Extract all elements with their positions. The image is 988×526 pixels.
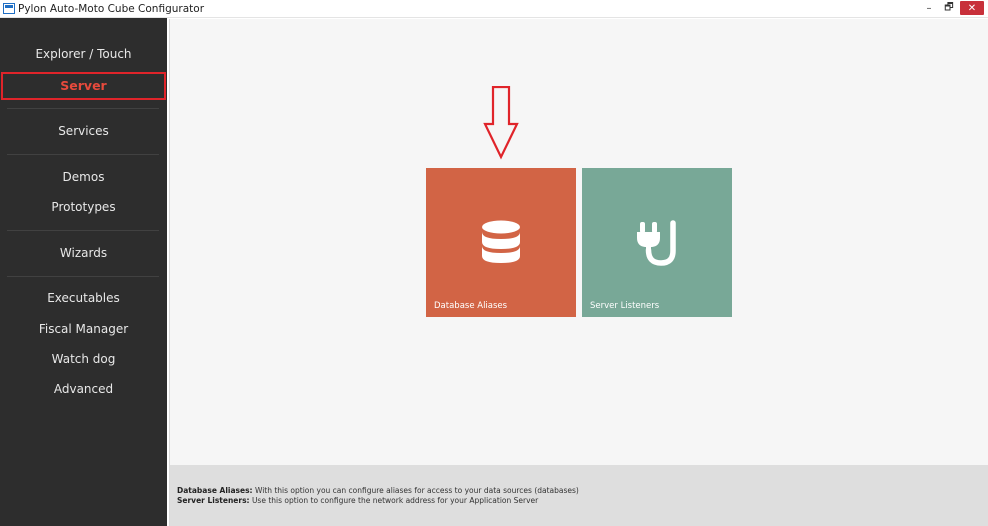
footer-term: Database Aliases:: [177, 486, 253, 495]
server-listeners-tile[interactable]: Server Listeners: [582, 168, 732, 317]
arrow-down-icon: [483, 86, 519, 160]
footer-description-database-aliases: Database Aliases: With this option you c…: [177, 486, 579, 495]
sidebar-item-server[interactable]: Server: [1, 72, 166, 100]
sidebar-item-watch-dog[interactable]: Watch dog: [0, 352, 167, 366]
close-button[interactable]: ✕: [960, 1, 984, 15]
window-controls: – 🗗 ✕: [918, 1, 984, 15]
footer-text: Use this option to configure the network…: [251, 496, 539, 505]
database-icon: [482, 220, 520, 263]
footer-text: With this option you can configure alias…: [254, 486, 579, 495]
sidebar: Explorer / Touch Server Services Demos P…: [0, 18, 167, 526]
restore-button[interactable]: 🗗: [940, 1, 958, 15]
sidebar-item-prototypes[interactable]: Prototypes: [0, 200, 167, 214]
plug-icon: [637, 220, 676, 266]
footer-description-server-listeners: Server Listeners: Use this option to con…: [177, 496, 538, 505]
sidebar-item-explorer-touch[interactable]: Explorer / Touch: [0, 47, 167, 61]
sidebar-item-services[interactable]: Services: [0, 124, 167, 138]
sidebar-divider: [7, 230, 159, 231]
sidebar-item-fiscal-manager[interactable]: Fiscal Manager: [0, 322, 167, 336]
tile-label: Server Listeners: [590, 301, 660, 311]
sidebar-item-demos[interactable]: Demos: [0, 170, 167, 184]
minimize-button[interactable]: –: [920, 1, 938, 15]
window-title: Pylon Auto-Moto Cube Configurator: [18, 2, 205, 15]
info-footer: Database Aliases: With this option you c…: [169, 465, 988, 526]
app-icon: [3, 3, 15, 14]
title-bar: Pylon Auto-Moto Cube Configurator – 🗗 ✕: [0, 0, 988, 18]
sidebar-item-wizards[interactable]: Wizards: [0, 246, 167, 260]
database-aliases-tile[interactable]: Database Aliases: [426, 168, 576, 317]
sidebar-item-advanced[interactable]: Advanced: [0, 382, 167, 396]
tile-label: Database Aliases: [434, 301, 508, 311]
main-panel: Database Aliases Server Listeners: [169, 19, 988, 465]
sidebar-divider: [7, 154, 159, 155]
sidebar-item-executables[interactable]: Executables: [0, 291, 167, 305]
sidebar-divider: [7, 276, 159, 277]
sidebar-divider: [7, 108, 159, 109]
footer-term: Server Listeners:: [177, 496, 250, 505]
